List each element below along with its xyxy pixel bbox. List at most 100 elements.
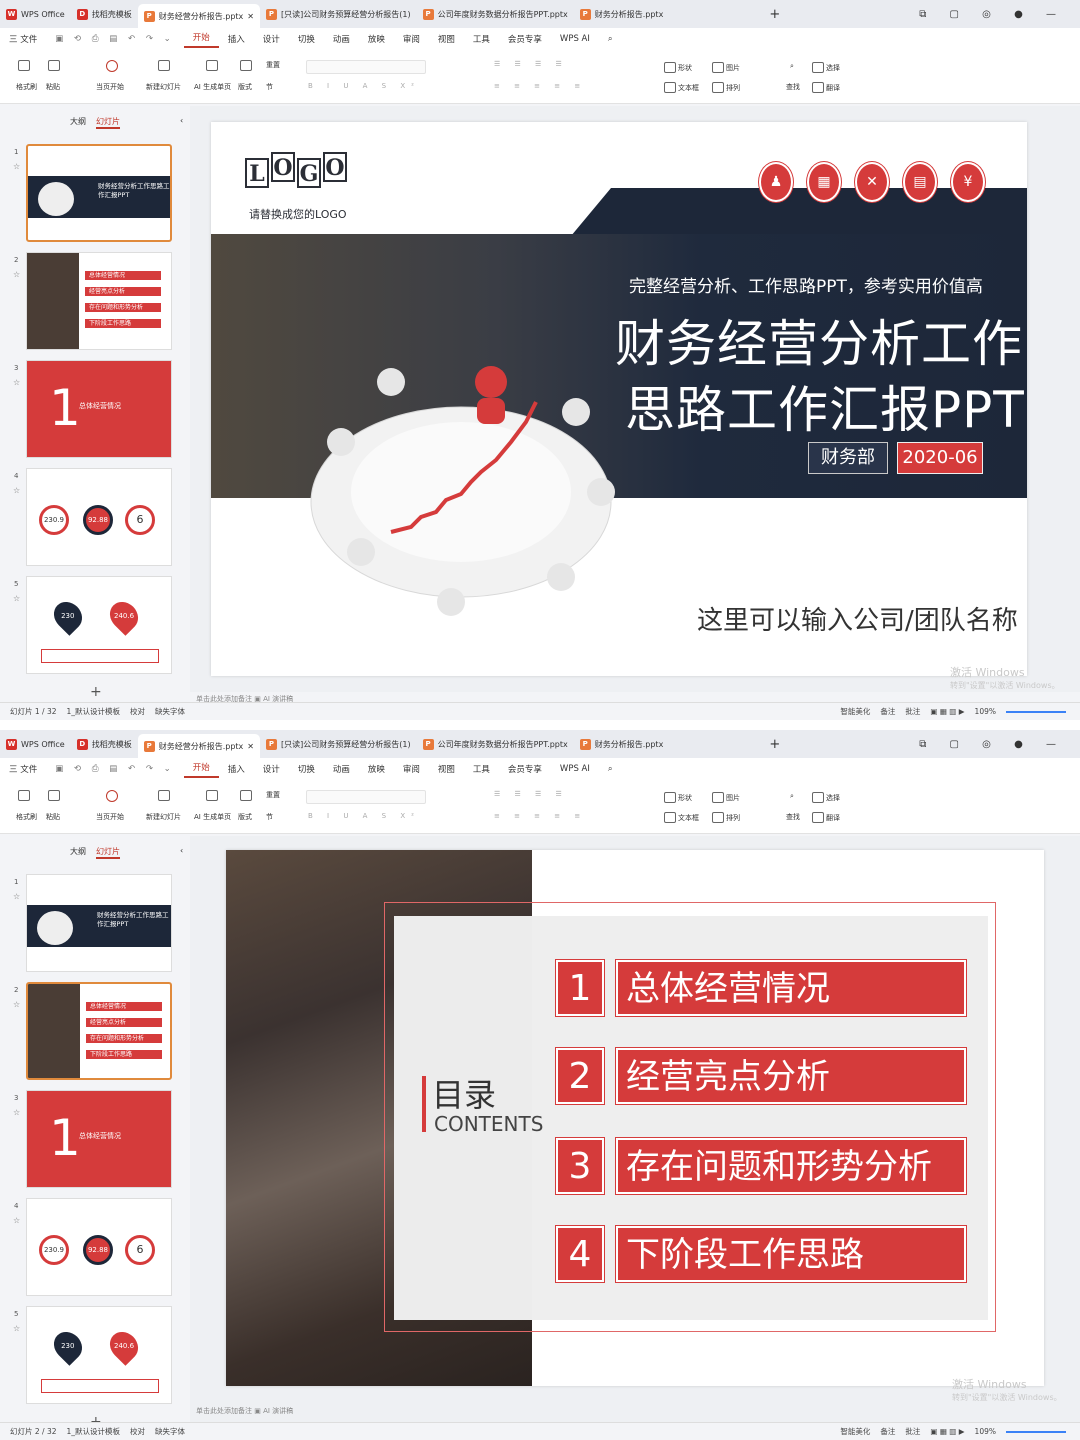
collapse-icon[interactable]: ‹ [180, 116, 183, 129]
star-icon[interactable]: ☆ [13, 892, 20, 901]
tab-document[interactable]: P 公司年度财务数据分析报告PPT.pptx [417, 3, 574, 25]
slide-thumbnail-3[interactable]: 1 总体经营情况 [26, 360, 172, 458]
shape-button[interactable]: 形状 [664, 792, 692, 803]
window-controls[interactable]: ⧉ ▢ ◎ ● — [919, 739, 1066, 750]
missing-font-warning[interactable]: 缺失字体 [155, 1426, 185, 1437]
textbox-button[interactable]: 文本框 [664, 812, 699, 823]
new-tab-icon[interactable]: + [769, 737, 780, 752]
comments-toggle[interactable]: 批注 [905, 1426, 920, 1437]
ai-icon[interactable] [206, 790, 218, 801]
zoom-slider[interactable] [1006, 710, 1066, 713]
slide-thumbnail-1[interactable]: 财务经营分析工作思路工作汇报PPT [26, 874, 172, 972]
slide-1-canvas[interactable]: LOGO 请替换成您的LOGO ♟ ▦ ✕ ▤ ¥ 完整经营分析、工作思路PPT… [211, 122, 1027, 676]
theme-name[interactable]: 1_默认设计模板 [67, 1426, 121, 1437]
paste-button[interactable]: 粘贴 [46, 82, 60, 92]
tab-outline[interactable]: 大纲 [70, 846, 86, 859]
menu-transition[interactable]: 切换 [289, 33, 324, 45]
paste-icon[interactable] [48, 790, 60, 801]
window-controls[interactable]: ⧉ ▢ ◎ ● — [919, 9, 1066, 20]
star-icon[interactable]: ☆ [13, 1324, 20, 1333]
menu-transition[interactable]: 切换 [289, 763, 324, 775]
tab-document-active[interactable]: P 财务经营分析报告.pptx ✕ [137, 734, 260, 758]
alignment-icons[interactable]: ≡ ≡ ≡ ≡ ≡ [494, 812, 586, 820]
play-icon[interactable] [106, 60, 118, 72]
ai-generate-button[interactable]: AI 生成单页 [194, 82, 231, 92]
layout-icon[interactable] [240, 790, 252, 801]
collapse-icon[interactable]: ‹ [180, 846, 183, 859]
slide-thumbnail-2[interactable]: 总体经营情况 经营亮点分析 存在问题和形势分析 下阶段工作思路 [26, 982, 172, 1080]
new-slide-button[interactable]: 新建幻灯片 [146, 812, 181, 822]
menu-insert[interactable]: 插入 [219, 763, 254, 775]
menu-home[interactable]: 开始 [183, 761, 219, 778]
star-icon[interactable]: ☆ [13, 1000, 20, 1009]
close-icon[interactable]: ✕ [247, 12, 254, 21]
tab-wps-office[interactable]: W WPS Office [0, 733, 71, 755]
view-mode-icons[interactable]: ▣ ▦ ▥ ▶ [930, 707, 964, 716]
notes-toggle[interactable]: 备注 [880, 706, 895, 717]
layout-button[interactable]: 版式 [238, 812, 252, 822]
missing-font-warning[interactable]: 缺失字体 [155, 706, 185, 717]
menu-view[interactable]: 视图 [429, 763, 464, 775]
find-button[interactable]: 查找 [786, 82, 800, 92]
proofread-button[interactable]: 校对 [130, 1426, 145, 1437]
menu-review[interactable]: 审阅 [394, 33, 429, 45]
tab-outline[interactable]: 大纲 [70, 116, 86, 129]
menu-design[interactable]: 设计 [254, 763, 289, 775]
menu-animation[interactable]: 动画 [324, 33, 359, 45]
menu-slideshow[interactable]: 放映 [359, 33, 394, 45]
new-slide-icon[interactable] [158, 60, 170, 71]
notes-bar[interactable]: 单击此处添加备注 ▣ AI 演讲稿 [196, 1406, 293, 1416]
tab-document-active[interactable]: P 财务经营分析报告.pptx ✕ [137, 4, 260, 28]
find-icon[interactable]: ⌕ [790, 792, 794, 801]
zoom-slider[interactable] [1006, 1430, 1066, 1433]
format-painter-icon[interactable] [18, 790, 30, 801]
search-icon[interactable]: ⌕ [599, 34, 622, 44]
section-button[interactable]: 节 [266, 82, 273, 92]
tab-document[interactable]: P [只读]公司财务预算经营分析报告(1) [260, 733, 417, 755]
arrange-button[interactable]: 排列 [712, 812, 740, 823]
menu-animation[interactable]: 动画 [324, 763, 359, 775]
translate-button[interactable]: 翻译 [812, 82, 840, 93]
ai-icon[interactable] [206, 60, 218, 71]
tab-docer[interactable]: D 找稻壳模板 [71, 3, 138, 25]
picture-button[interactable]: 图片 [712, 62, 740, 73]
proofread-button[interactable]: 校对 [130, 706, 145, 717]
arrange-button[interactable]: 排列 [712, 82, 740, 93]
tab-document[interactable]: P 财务分析报告.pptx [574, 733, 670, 755]
menu-tools[interactable]: 工具 [464, 763, 499, 775]
menu-file[interactable]: 三 文件 [0, 763, 46, 775]
slide-thumbnail-5[interactable]: 230 240.6 [26, 576, 172, 674]
menu-wps-ai[interactable]: WPS AI [551, 764, 599, 774]
find-icon[interactable]: ⌕ [790, 62, 794, 71]
quick-access-icons[interactable]: ▣ ⟲ ⎙ ▤ ↶ ↷ ⌄ [46, 34, 184, 44]
slide-2-canvas[interactable]: 目录 CONTENTS 1 总体经营情况 2 经营亮点分析 3 存在问题和形势分… [226, 850, 1044, 1386]
select-button[interactable]: 选择 [812, 62, 840, 73]
slide-thumbnail-1[interactable]: 财务经营分析工作思路工作汇报PPT [26, 144, 172, 242]
star-icon[interactable]: ☆ [13, 162, 20, 171]
format-painter-button[interactable]: 格式刷 [16, 82, 37, 92]
zoom-level[interactable]: 109% [975, 707, 996, 716]
tab-document[interactable]: P 公司年度财务数据分析报告PPT.pptx [417, 733, 574, 755]
textbox-button[interactable]: 文本框 [664, 82, 699, 93]
font-style-icons[interactable]: B I U A S X² [308, 812, 420, 820]
paste-button[interactable]: 粘贴 [46, 812, 60, 822]
menu-insert[interactable]: 插入 [219, 33, 254, 45]
tab-document[interactable]: P [只读]公司财务预算经营分析报告(1) [260, 3, 417, 25]
beautify-button[interactable]: 智能美化 [840, 1426, 870, 1437]
comments-toggle[interactable]: 批注 [905, 706, 920, 717]
shape-button[interactable]: 形状 [664, 62, 692, 73]
menu-design[interactable]: 设计 [254, 33, 289, 45]
font-style-icons[interactable]: B I U A S X² [308, 82, 420, 90]
tab-slides[interactable]: 幻灯片 [96, 116, 120, 129]
section-button[interactable]: 节 [266, 812, 273, 822]
tab-slides[interactable]: 幻灯片 [96, 846, 120, 859]
tab-docer[interactable]: D 找稻壳模板 [71, 733, 138, 755]
star-icon[interactable]: ☆ [13, 486, 20, 495]
menu-member[interactable]: 会员专享 [499, 33, 551, 45]
layout-icon[interactable] [240, 60, 252, 71]
select-button[interactable]: 选择 [812, 792, 840, 803]
star-icon[interactable]: ☆ [13, 1216, 20, 1225]
find-button[interactable]: 查找 [786, 812, 800, 822]
menu-home[interactable]: 开始 [183, 31, 219, 48]
new-tab-icon[interactable]: + [769, 7, 780, 22]
